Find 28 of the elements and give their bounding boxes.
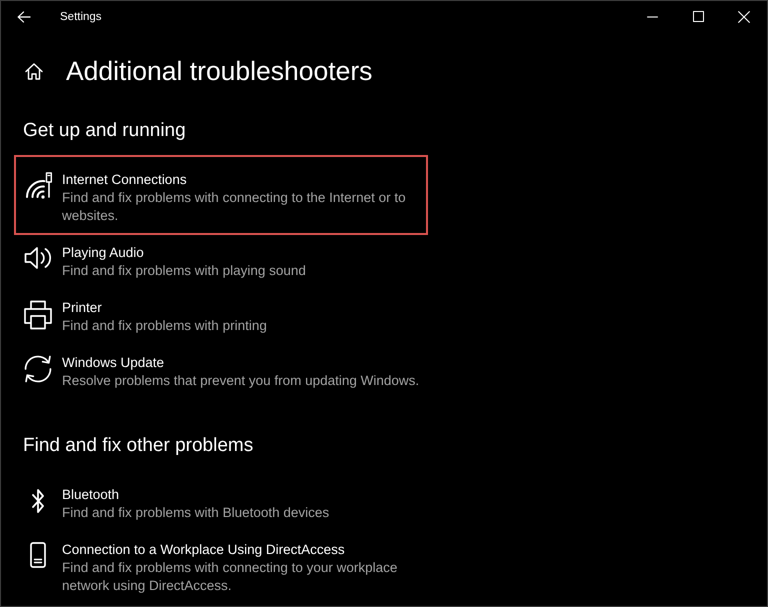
troubleshooter-title[interactable]: Internet Connections	[62, 171, 425, 189]
home-icon	[25, 62, 43, 80]
sync-icon	[24, 355, 52, 383]
troubleshooter-title[interactable]: Playing Audio	[62, 244, 425, 262]
speaker-icon	[24, 245, 52, 271]
section-heading: Get up and running	[23, 119, 187, 143]
section-heading: Find and fix other problems	[23, 434, 254, 458]
troubleshooter-title[interactable]: Printer	[62, 299, 425, 317]
window-title: Settings	[60, 10, 102, 24]
bluetooth-icon	[32, 487, 44, 515]
troubleshooter-title[interactable]: Bluetooth	[62, 486, 425, 504]
troubleshooter-description: Find and fix problems with connecting to your workplace network using DirectAccess.	[62, 559, 398, 595]
minimize-icon	[646, 16, 658, 18]
home-button[interactable]	[25, 62, 43, 80]
troubleshooter-description: Find and fix problems with Bluetooth devices	[62, 504, 330, 522]
troubleshooter-description: Resolve problems that prevent you from updating Windows.	[62, 372, 420, 390]
phone-icon	[30, 542, 46, 568]
printer-icon	[23, 300, 53, 330]
wifi-cable-icon	[24, 172, 52, 199]
troubleshooter-description: Find and fix problems with printing	[62, 317, 268, 335]
maximize-icon	[692, 11, 704, 22]
back-arrow-icon	[17, 10, 31, 22]
troubleshooter-description: Find and fix problems with connecting to the Internet or to websites.	[62, 189, 407, 225]
troubleshooter-title[interactable]: Windows Update	[62, 354, 425, 372]
page-title: Additional troubleshooters	[66, 55, 372, 88]
troubleshooter-title[interactable]: Connection to a Workplace Using DirectAccess	[62, 541, 425, 559]
troubleshooter-description: Find and fix problems with playing sound	[62, 262, 307, 280]
close-icon	[738, 10, 750, 22]
